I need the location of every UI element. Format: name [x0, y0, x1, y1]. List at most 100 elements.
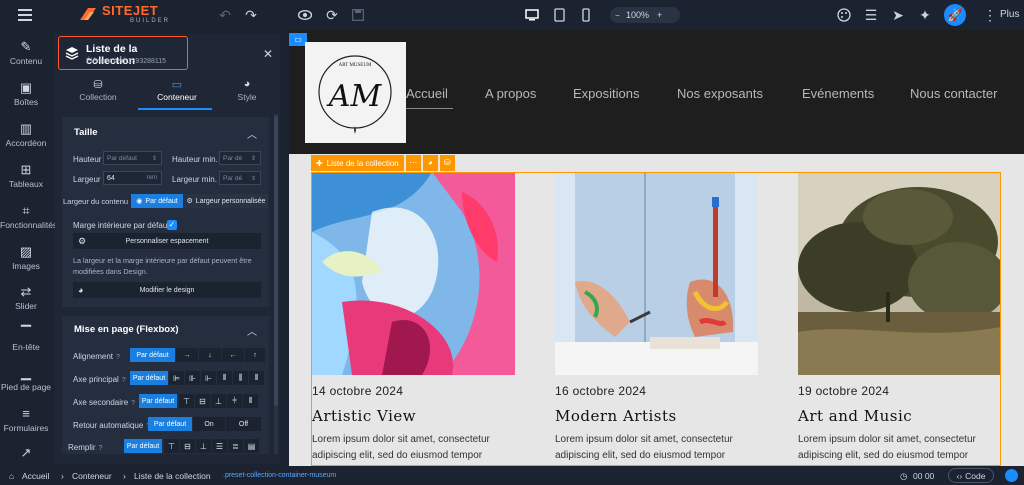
palette-icon[interactable] [835, 6, 853, 24]
nav-item-en-tete[interactable]: ▔ En-tête [0, 326, 52, 353]
save-icon[interactable] [349, 6, 367, 24]
help-icon[interactable]: ? [99, 445, 103, 452]
breadcrumb-home-icon[interactable]: ⌂ [9, 471, 14, 481]
remplir-par-defaut-button[interactable]: Par défaut [124, 439, 162, 453]
justify-evenly-icon[interactable]: ⦀ [249, 371, 264, 385]
scrollbar-thumb[interactable] [274, 116, 278, 406]
more-dots-icon[interactable]: ⋮ [981, 6, 999, 24]
marge-checkbox[interactable]: ✓ [167, 220, 177, 230]
ai-sparkle-icon[interactable]: ✦ [916, 6, 934, 24]
justify-around-icon[interactable]: ⫼ [233, 371, 248, 385]
direction-down-icon[interactable]: ↓ [199, 348, 221, 362]
justify-between-icon[interactable]: ⫴ [217, 371, 232, 385]
preview-eye-icon[interactable] [296, 6, 314, 24]
undo-icon[interactable]: ↶ [216, 6, 234, 24]
hauteur-min-field[interactable]: Par dé ⇕ [219, 151, 261, 165]
publish-rocket-icon[interactable]: 🚀 [944, 4, 966, 26]
card-title[interactable]: Artistic View [312, 407, 416, 425]
largeur-min-field[interactable]: Par dé ⇕ [219, 171, 261, 185]
zoom-control[interactable]: − 100% + [610, 7, 680, 23]
help-icon[interactable]: ? [116, 354, 120, 361]
tab-collection[interactable]: ⛁ Collection [68, 78, 128, 102]
help-icon[interactable]: ? [122, 377, 126, 384]
collection-tag-label[interactable]: ✚ Liste de la collection [311, 155, 404, 171]
fill-stretch-icon[interactable]: ▤ [244, 439, 259, 453]
fill-start-icon[interactable]: ⊤ [164, 439, 179, 453]
fill-center-icon[interactable]: ⊟ [180, 439, 195, 453]
class-name-label[interactable]: .preset-collection-container-museum [223, 472, 336, 479]
nav-item-contenu[interactable]: ✎ Contenu [0, 40, 52, 67]
align-stretch-icon[interactable]: ⫴ [243, 394, 258, 408]
layers-icon[interactable]: ⛁ [439, 155, 455, 171]
breadcrumb-conteneur[interactable]: Conteneur [72, 471, 112, 481]
site-logo[interactable]: ART MUSEUM AM [305, 42, 406, 143]
fill-around-icon[interactable]: ≣ [228, 439, 243, 453]
breadcrumb-collection[interactable]: Liste de la collection [134, 471, 211, 481]
hauteur-field[interactable]: Par défaut ⇕ [103, 151, 162, 165]
nav-item-tableaux[interactable]: ⊞ Tableaux [0, 163, 52, 190]
site-nav-accueil[interactable]: Accueil [406, 86, 448, 101]
chevron-up-icon[interactable]: ︿ [247, 126, 257, 141]
mobile-view-icon[interactable] [577, 6, 595, 24]
site-nav-exposants[interactable]: Nos exposants [677, 86, 763, 101]
nav-item-boites[interactable]: ▣ Boîtes [0, 81, 52, 108]
site-nav-contact[interactable]: Nous contacter [910, 86, 997, 101]
help-icon[interactable]: ? [131, 400, 135, 407]
site-nav-expositions[interactable]: Expositions [573, 86, 639, 101]
axe-secondaire-par-defaut-button[interactable]: Par défaut [139, 394, 177, 408]
menu-icon[interactable] [16, 6, 34, 24]
justify-center-icon[interactable]: ⊪ [185, 371, 200, 385]
direction-right-icon[interactable]: → [176, 348, 198, 362]
align-baseline-icon[interactable]: ⫩ [227, 394, 242, 408]
help-chat-icon[interactable] [1005, 469, 1018, 482]
fill-end-icon[interactable]: ⊥ [196, 439, 211, 453]
axe-principal-par-defaut-button[interactable]: Par défaut [130, 371, 168, 385]
align-center-icon[interactable]: ⊟ [195, 394, 210, 408]
par-defaut-width-button[interactable]: ◉ Par défaut [131, 194, 183, 208]
close-icon[interactable]: ✕ [263, 47, 273, 61]
direction-up-icon[interactable]: ↑ [245, 348, 265, 362]
retour-off-button[interactable]: Off [226, 417, 261, 431]
nav-item-pied-de-page[interactable]: ▁ Pied de page [0, 366, 52, 393]
nav-item-slider[interactable]: ⇄ Slider [0, 285, 52, 312]
nav-item-accordeon[interactable]: ▥ Accordéon [0, 122, 52, 149]
retour-par-defaut-button[interactable]: Par défaut [148, 417, 192, 431]
breadcrumb-accueil[interactable]: Accueil [22, 471, 49, 481]
card-title[interactable]: Modern Artists [555, 407, 677, 425]
alignement-par-defaut-button[interactable]: Par défaut [130, 348, 175, 362]
personnaliser-espacement-button[interactable]: ⚙ Personnaliser espacement [73, 233, 261, 249]
list-icon[interactable]: ☰ [862, 6, 880, 24]
largeur-field[interactable]: 64 rem [103, 171, 162, 185]
collection-element-tag[interactable]: ✚ Liste de la collection ⋯ ◕ ⛁ [311, 155, 455, 171]
site-nav-evenements[interactable]: Evénements [802, 86, 874, 101]
zoom-out-icon[interactable]: − [615, 11, 620, 20]
card-title[interactable]: Art and Music [798, 407, 912, 425]
more-label[interactable]: Plus [1000, 9, 1019, 20]
tablet-view-icon[interactable] [550, 6, 568, 24]
nav-item-formulaires[interactable]: ≡ Formulaires [0, 407, 52, 434]
tab-style[interactable]: ◕ Style [217, 78, 277, 102]
zoom-in-icon[interactable]: + [657, 10, 662, 20]
justify-start-icon[interactable]: ⊫ [169, 371, 184, 385]
direction-left-icon[interactable]: ← [222, 348, 244, 362]
nav-item-images[interactable]: ▨ Images [0, 245, 52, 272]
redo-icon[interactable]: ↷ [242, 6, 260, 24]
refresh-icon[interactable]: ⟳ [323, 6, 341, 24]
justify-end-icon[interactable]: ⊩ [201, 371, 216, 385]
largeur-personnalisee-button[interactable]: ⚙ Largeur personnalisée [184, 194, 268, 208]
nav-item-fonctionnalites[interactable]: ⌗ Fonctionnalités [0, 204, 57, 231]
desktop-view-icon[interactable] [523, 6, 541, 24]
align-start-icon[interactable]: ⊤ [179, 394, 194, 408]
navigate-icon[interactable]: ➤ [889, 6, 907, 24]
retour-on-button[interactable]: On [193, 417, 225, 431]
paint-brush-icon[interactable]: ◕ [422, 155, 438, 171]
chevron-up-icon[interactable]: ︿ [247, 323, 257, 338]
editor-canvas[interactable]: ▭ ART MUSEUM AM Accueil A propos Exposit… [289, 30, 1024, 466]
site-nav-a-propos[interactable]: A propos [485, 86, 536, 101]
nav-item-chart[interactable]: ↗ [0, 446, 52, 462]
tab-conteneur[interactable]: ▭ Conteneur [147, 78, 207, 102]
code-button[interactable]: ‹› Code [948, 468, 994, 483]
fill-between-icon[interactable]: ☰ [212, 439, 227, 453]
more-options-icon[interactable]: ⋯ [405, 155, 421, 171]
align-end-icon[interactable]: ⊥ [211, 394, 226, 408]
